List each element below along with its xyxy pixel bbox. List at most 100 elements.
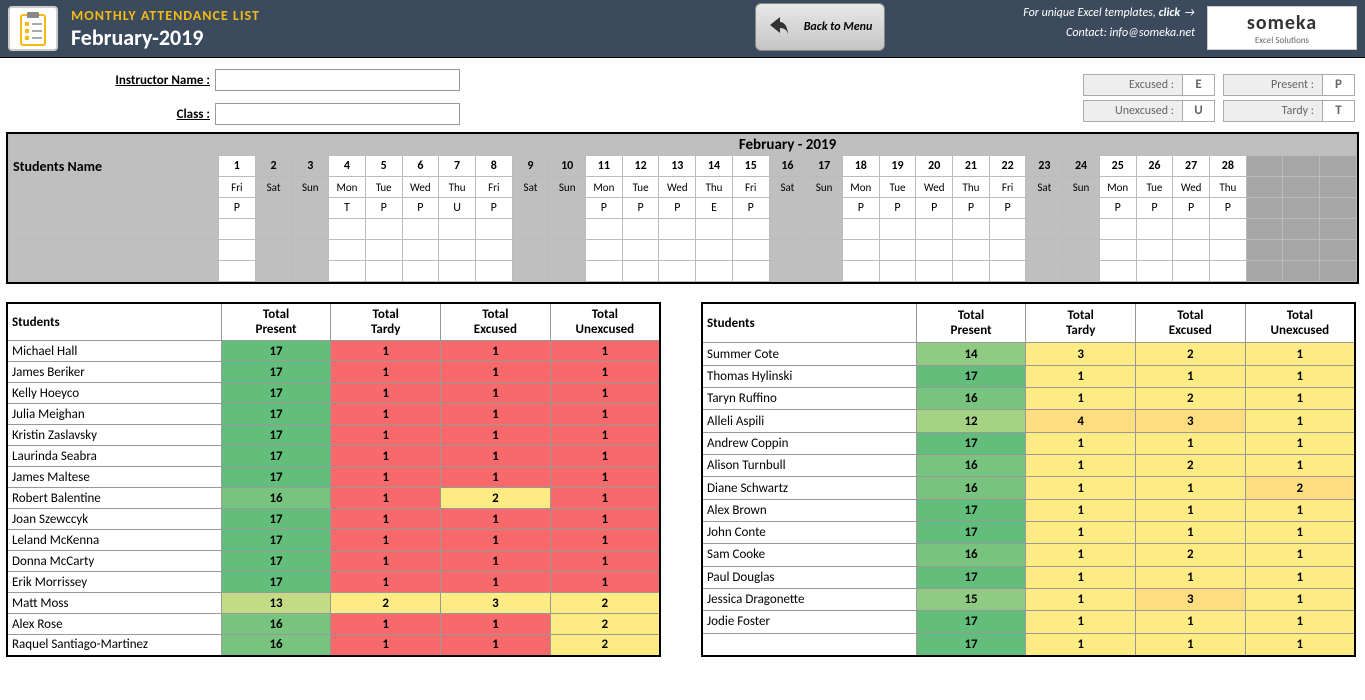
class-input[interactable] bbox=[215, 103, 460, 125]
attendance-cell[interactable]: E bbox=[696, 198, 733, 219]
attendance-cell[interactable] bbox=[1026, 240, 1063, 261]
attendance-cell[interactable] bbox=[989, 240, 1026, 261]
attendance-cell[interactable] bbox=[916, 219, 953, 240]
attendance-cell[interactable] bbox=[402, 261, 439, 282]
attendance-cell[interactable] bbox=[439, 240, 476, 261]
attendance-cell[interactable] bbox=[255, 240, 292, 261]
attendance-cell[interactable]: P bbox=[1099, 198, 1136, 219]
attendance-cell[interactable] bbox=[1136, 219, 1173, 240]
attendance-cell[interactable] bbox=[732, 240, 769, 261]
attendance-cell[interactable]: P bbox=[365, 198, 402, 219]
attendance-cell[interactable] bbox=[1063, 261, 1100, 282]
attendance-cell[interactable] bbox=[989, 261, 1026, 282]
attendance-cell[interactable] bbox=[219, 219, 256, 240]
attendance-cell[interactable]: P bbox=[475, 198, 512, 219]
attendance-cell[interactable] bbox=[329, 219, 366, 240]
attendance-cell[interactable] bbox=[879, 261, 916, 282]
attendance-cell[interactable] bbox=[512, 261, 549, 282]
attendance-cell[interactable] bbox=[659, 219, 696, 240]
attendance-cell[interactable] bbox=[365, 261, 402, 282]
attendance-cell[interactable] bbox=[329, 261, 366, 282]
attendance-cell[interactable] bbox=[806, 198, 843, 219]
attendance-cell[interactable] bbox=[292, 261, 329, 282]
attendance-cell[interactable] bbox=[586, 219, 623, 240]
attendance-cell[interactable] bbox=[475, 261, 512, 282]
attendance-cell[interactable] bbox=[1026, 261, 1063, 282]
attendance-cell[interactable] bbox=[1099, 219, 1136, 240]
attendance-cell[interactable]: P bbox=[586, 198, 623, 219]
attendance-cell[interactable] bbox=[586, 240, 623, 261]
attendance-cell[interactable] bbox=[1063, 219, 1100, 240]
back-to-menu-button[interactable]: Back to Menu bbox=[755, 3, 885, 51]
attendance-cell[interactable] bbox=[549, 198, 586, 219]
attendance-cell[interactable] bbox=[512, 219, 549, 240]
attendance-cell[interactable]: P bbox=[732, 198, 769, 219]
attendance-cell[interactable] bbox=[842, 261, 879, 282]
attendance-cell[interactable] bbox=[659, 261, 696, 282]
attendance-cell[interactable]: P bbox=[1209, 198, 1246, 219]
attendance-cell[interactable] bbox=[549, 219, 586, 240]
attendance-cell[interactable]: P bbox=[219, 198, 256, 219]
attendance-cell[interactable] bbox=[1209, 261, 1246, 282]
attendance-cell[interactable] bbox=[622, 261, 659, 282]
attendance-cell[interactable] bbox=[402, 240, 439, 261]
attendance-cell[interactable] bbox=[292, 240, 329, 261]
attendance-cell[interactable] bbox=[622, 219, 659, 240]
attendance-cell[interactable] bbox=[806, 219, 843, 240]
attendance-cell[interactable] bbox=[1173, 261, 1210, 282]
attendance-cell[interactable] bbox=[549, 261, 586, 282]
attendance-cell[interactable]: P bbox=[916, 198, 953, 219]
attendance-cell[interactable] bbox=[696, 219, 733, 240]
attendance-cell[interactable] bbox=[292, 219, 329, 240]
attendance-cell[interactable] bbox=[1136, 240, 1173, 261]
attendance-cell[interactable] bbox=[439, 261, 476, 282]
attendance-cell[interactable]: P bbox=[1173, 198, 1210, 219]
attendance-cell[interactable] bbox=[989, 219, 1026, 240]
attendance-cell[interactable] bbox=[365, 240, 402, 261]
attendance-cell[interactable] bbox=[842, 219, 879, 240]
attendance-cell[interactable] bbox=[512, 198, 549, 219]
attendance-cell[interactable] bbox=[329, 240, 366, 261]
attendance-cell[interactable] bbox=[1099, 261, 1136, 282]
attendance-cell[interactable]: P bbox=[1136, 198, 1173, 219]
attendance-cell[interactable] bbox=[842, 240, 879, 261]
attendance-cell[interactable] bbox=[622, 240, 659, 261]
attendance-cell[interactable] bbox=[916, 240, 953, 261]
attendance-cell[interactable] bbox=[586, 261, 623, 282]
attendance-cell[interactable] bbox=[769, 198, 806, 219]
attendance-cell[interactable] bbox=[879, 240, 916, 261]
attendance-cell[interactable] bbox=[1173, 219, 1210, 240]
attendance-cell[interactable] bbox=[255, 219, 292, 240]
attendance-cell[interactable] bbox=[512, 240, 549, 261]
attendance-cell[interactable]: P bbox=[842, 198, 879, 219]
attendance-cell[interactable] bbox=[549, 240, 586, 261]
attendance-cell[interactable] bbox=[769, 261, 806, 282]
attendance-cell[interactable]: P bbox=[989, 198, 1026, 219]
attendance-cell[interactable] bbox=[255, 261, 292, 282]
attendance-cell[interactable]: P bbox=[659, 198, 696, 219]
attendance-cell[interactable] bbox=[659, 240, 696, 261]
attendance-cell[interactable] bbox=[439, 219, 476, 240]
attendance-cell[interactable] bbox=[953, 219, 990, 240]
attendance-cell[interactable] bbox=[732, 219, 769, 240]
attendance-cell[interactable]: P bbox=[402, 198, 439, 219]
attendance-cell[interactable] bbox=[1209, 219, 1246, 240]
attendance-cell[interactable] bbox=[953, 261, 990, 282]
attendance-cell[interactable] bbox=[806, 240, 843, 261]
attendance-cell[interactable] bbox=[769, 240, 806, 261]
attendance-cell[interactable] bbox=[769, 219, 806, 240]
attendance-cell[interactable] bbox=[1063, 240, 1100, 261]
attendance-cell[interactable]: P bbox=[953, 198, 990, 219]
attendance-cell[interactable] bbox=[219, 240, 256, 261]
attendance-cell[interactable] bbox=[1136, 261, 1173, 282]
attendance-cell[interactable] bbox=[1063, 198, 1100, 219]
attendance-cell[interactable] bbox=[806, 261, 843, 282]
attendance-cell[interactable] bbox=[292, 198, 329, 219]
attendance-cell[interactable] bbox=[879, 219, 916, 240]
attendance-cell[interactable]: T bbox=[329, 198, 366, 219]
attendance-cell[interactable] bbox=[732, 261, 769, 282]
attendance-cell[interactable] bbox=[1173, 240, 1210, 261]
attendance-cell[interactable] bbox=[255, 198, 292, 219]
attendance-cell[interactable] bbox=[953, 240, 990, 261]
attendance-cell[interactable] bbox=[365, 219, 402, 240]
